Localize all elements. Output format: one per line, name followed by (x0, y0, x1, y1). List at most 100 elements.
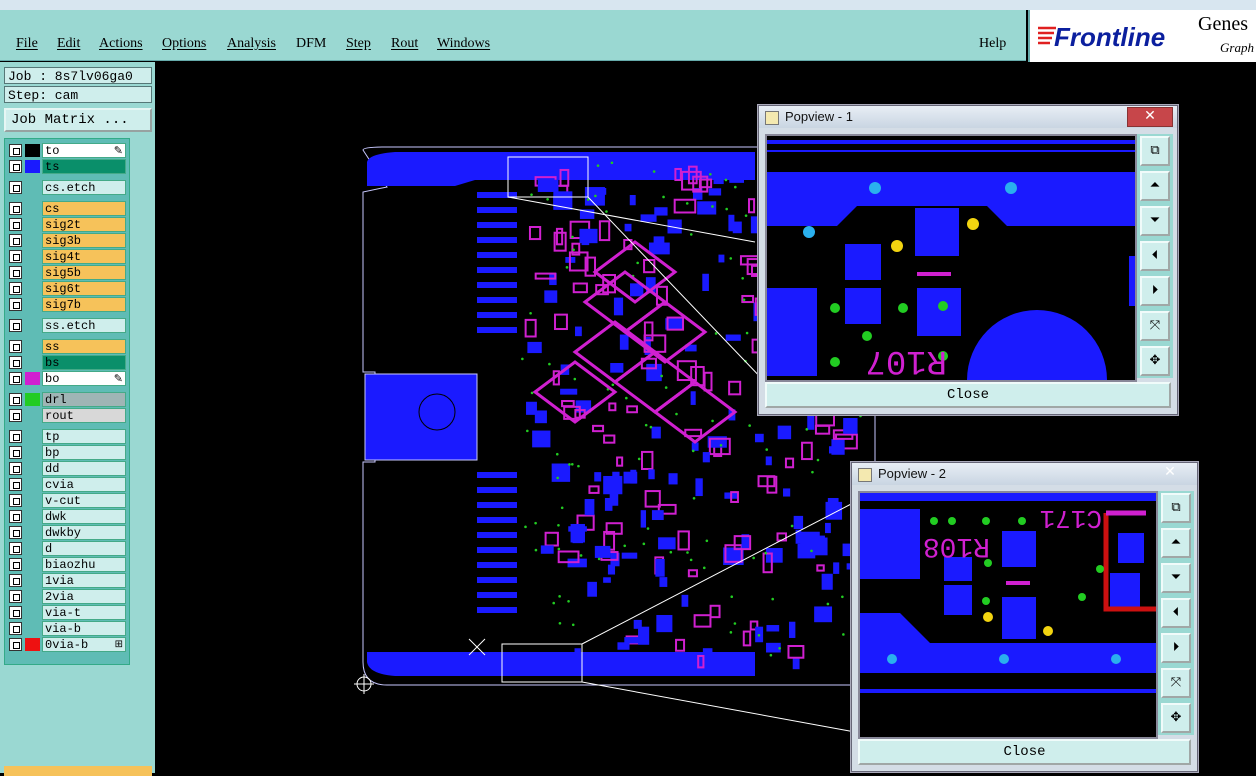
layer-row[interactable]: ss (7, 339, 127, 354)
layer-row[interactable]: sig6t (7, 281, 127, 296)
layer-color-swatch[interactable] (25, 478, 40, 491)
layer-color-swatch[interactable] (25, 494, 40, 507)
layer-color-swatch[interactable] (25, 298, 40, 311)
layer-checkbox[interactable] (9, 234, 22, 247)
layer-row[interactable]: sig3b (7, 233, 127, 248)
layer-name[interactable]: cs (42, 201, 126, 216)
layer-checkbox[interactable] (9, 298, 22, 311)
zoom-fit-icon[interactable]: ⧉ (1140, 136, 1170, 166)
layer-checkbox[interactable] (9, 250, 22, 263)
layer-row[interactable]: drl (7, 392, 127, 407)
menu-file[interactable]: File (16, 36, 38, 52)
layer-color-swatch[interactable] (25, 542, 40, 555)
zoom-in-icon[interactable]: ✥ (1161, 703, 1191, 733)
pan-right-icon[interactable]: ⏵ (1140, 276, 1170, 306)
layer-color-swatch[interactable] (25, 622, 40, 635)
pan-down-icon[interactable]: ⏷ (1140, 206, 1170, 236)
menu-windows[interactable]: Windows (437, 36, 490, 52)
layer-row[interactable]: tp (7, 429, 127, 444)
layer-color-swatch[interactable] (25, 590, 40, 603)
layer-name[interactable]: sig6t (42, 281, 126, 296)
popview-1-titlebar[interactable]: Popview - 1 (759, 106, 1177, 128)
popview-1-close-icon[interactable]: ✕ (1127, 107, 1173, 127)
layer-color-swatch[interactable] (25, 144, 40, 157)
layer-checkbox[interactable] (9, 319, 22, 332)
layer-color-swatch[interactable] (25, 319, 40, 332)
layer-checkbox[interactable] (9, 542, 22, 555)
job-matrix-button[interactable]: Job Matrix ... (4, 108, 152, 132)
popview-2-titlebar[interactable]: Popview - 2 (852, 463, 1197, 485)
layer-checkbox[interactable] (9, 356, 22, 369)
menu-edit[interactable]: Edit (57, 36, 80, 52)
layer-color-swatch[interactable] (25, 393, 40, 406)
layer-checkbox[interactable] (9, 160, 22, 173)
layer-row[interactable]: d (7, 541, 127, 556)
layer-name[interactable]: cs.etch (42, 180, 126, 195)
layer-checkbox[interactable] (9, 446, 22, 459)
menu-help[interactable]: Help (979, 36, 1006, 52)
layer-row[interactable]: bo ✎ (7, 371, 127, 386)
pan-down-icon[interactable]: ⏷ (1161, 563, 1191, 593)
layer-color-swatch[interactable] (25, 638, 40, 651)
pan-up-icon[interactable]: ⏶ (1161, 528, 1191, 558)
layer-row[interactable]: dwk (7, 509, 127, 524)
layer-row[interactable]: sig5b (7, 265, 127, 280)
layer-color-swatch[interactable] (25, 606, 40, 619)
zoom-out-icon[interactable]: ⤧ (1161, 668, 1191, 698)
layer-color-swatch[interactable] (25, 282, 40, 295)
layer-name[interactable]: d (42, 541, 126, 556)
layer-name[interactable]: biaozhu (42, 557, 126, 572)
layer-row[interactable]: to ✎ (7, 143, 127, 158)
layer-color-swatch[interactable] (25, 574, 40, 587)
layer-name[interactable]: 0via-b ⊞ (42, 637, 126, 652)
layer-checkbox[interactable] (9, 372, 22, 385)
layer-row[interactable]: sig2t (7, 217, 127, 232)
layer-checkbox[interactable] (9, 638, 22, 651)
layer-name[interactable]: via-b (42, 621, 126, 636)
layer-checkbox[interactable] (9, 202, 22, 215)
layer-name[interactable]: via-t (42, 605, 126, 620)
layer-row[interactable]: sig7b (7, 297, 127, 312)
layer-color-swatch[interactable] (25, 356, 40, 369)
layer-color-swatch[interactable] (25, 430, 40, 443)
layer-checkbox[interactable] (9, 590, 22, 603)
layer-row[interactable]: rout (7, 408, 127, 423)
layer-checkbox[interactable] (9, 218, 22, 231)
menu-dfm[interactable]: DFM (296, 36, 326, 52)
layer-name[interactable]: sig7b (42, 297, 126, 312)
layer-color-swatch[interactable] (25, 218, 40, 231)
layer-color-swatch[interactable] (25, 160, 40, 173)
pan-left-icon[interactable]: ⏴ (1140, 241, 1170, 271)
layer-checkbox[interactable] (9, 462, 22, 475)
layer-name[interactable]: 2via (42, 589, 126, 604)
layer-checkbox[interactable] (9, 574, 22, 587)
layer-row[interactable]: 0via-b ⊞ (7, 637, 127, 652)
layer-name[interactable]: sig5b (42, 265, 126, 280)
layer-color-swatch[interactable] (25, 446, 40, 459)
layer-checkbox[interactable] (9, 409, 22, 422)
layer-color-swatch[interactable] (25, 250, 40, 263)
layer-checkbox[interactable] (9, 478, 22, 491)
layer-checkbox[interactable] (9, 340, 22, 353)
layer-name[interactable]: sig3b (42, 233, 126, 248)
layer-row[interactable]: 2via (7, 589, 127, 604)
layer-row[interactable]: cs (7, 201, 127, 216)
layer-color-swatch[interactable] (25, 340, 40, 353)
layer-color-swatch[interactable] (25, 266, 40, 279)
layer-checkbox[interactable] (9, 510, 22, 523)
layer-name[interactable]: drl (42, 392, 126, 407)
menu-actions[interactable]: Actions (99, 36, 143, 52)
layer-name[interactable]: tp (42, 429, 126, 444)
layer-color-swatch[interactable] (25, 181, 40, 194)
layer-name[interactable]: dwkby (42, 525, 126, 540)
layer-color-swatch[interactable] (25, 202, 40, 215)
layer-checkbox[interactable] (9, 282, 22, 295)
layer-name[interactable]: bs (42, 355, 126, 370)
pan-left-icon[interactable]: ⏴ (1161, 598, 1191, 628)
layer-checkbox[interactable] (9, 494, 22, 507)
layer-row[interactable]: 1via (7, 573, 127, 588)
layer-checkbox[interactable] (9, 622, 22, 635)
layer-row[interactable]: ts (7, 159, 127, 174)
layer-name[interactable]: rout (42, 408, 126, 423)
zoom-out-icon[interactable]: ⤧ (1140, 311, 1170, 341)
